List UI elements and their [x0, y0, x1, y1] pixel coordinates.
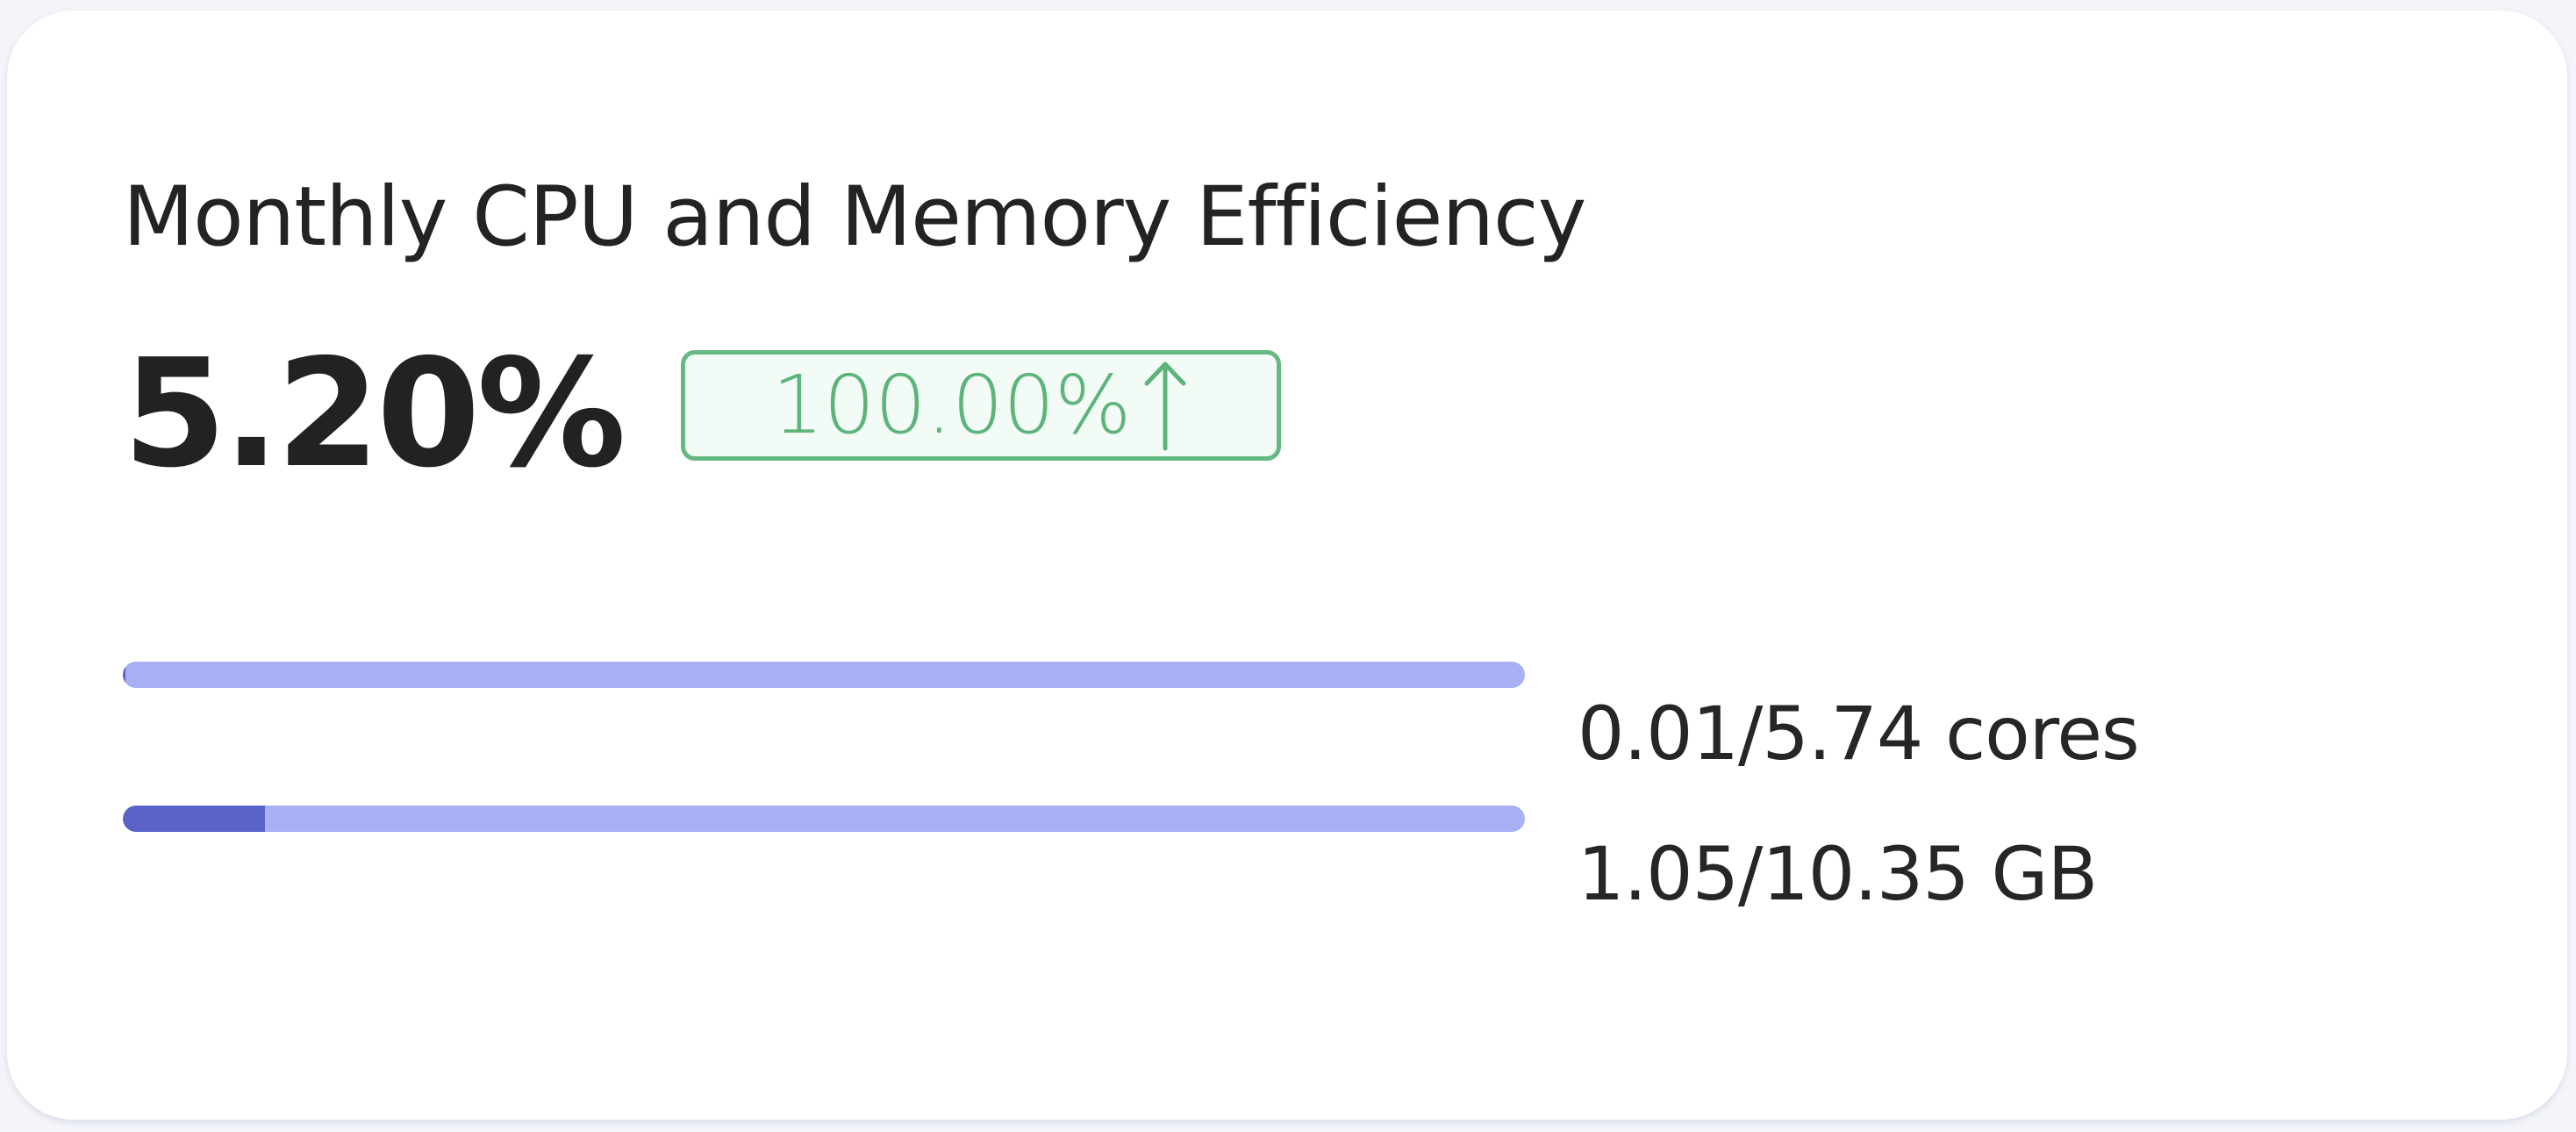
memory-usage-label: 1.05/10.35 GB: [1578, 831, 2098, 917]
memory-usage-fill: [123, 806, 266, 832]
memory-usage-bar: [123, 806, 1525, 832]
cpu-usage-label: 0.01/5.74 cores: [1578, 691, 2140, 777]
card-title: Monthly CPU and Memory Efficiency: [123, 169, 1586, 265]
cpu-usage-bar: [123, 662, 1525, 688]
efficiency-value: 5.20%: [123, 327, 626, 501]
metric-row: 5.20% 100.00%: [123, 326, 1281, 502]
arrow-up-icon: [1144, 362, 1186, 451]
cpu-usage-fill: [123, 662, 125, 688]
trend-value: 100.00%: [772, 358, 1132, 452]
efficiency-card: Monthly CPU and Memory Efficiency 5.20% …: [7, 11, 2567, 1120]
trend-badge: 100.00%: [680, 350, 1281, 461]
